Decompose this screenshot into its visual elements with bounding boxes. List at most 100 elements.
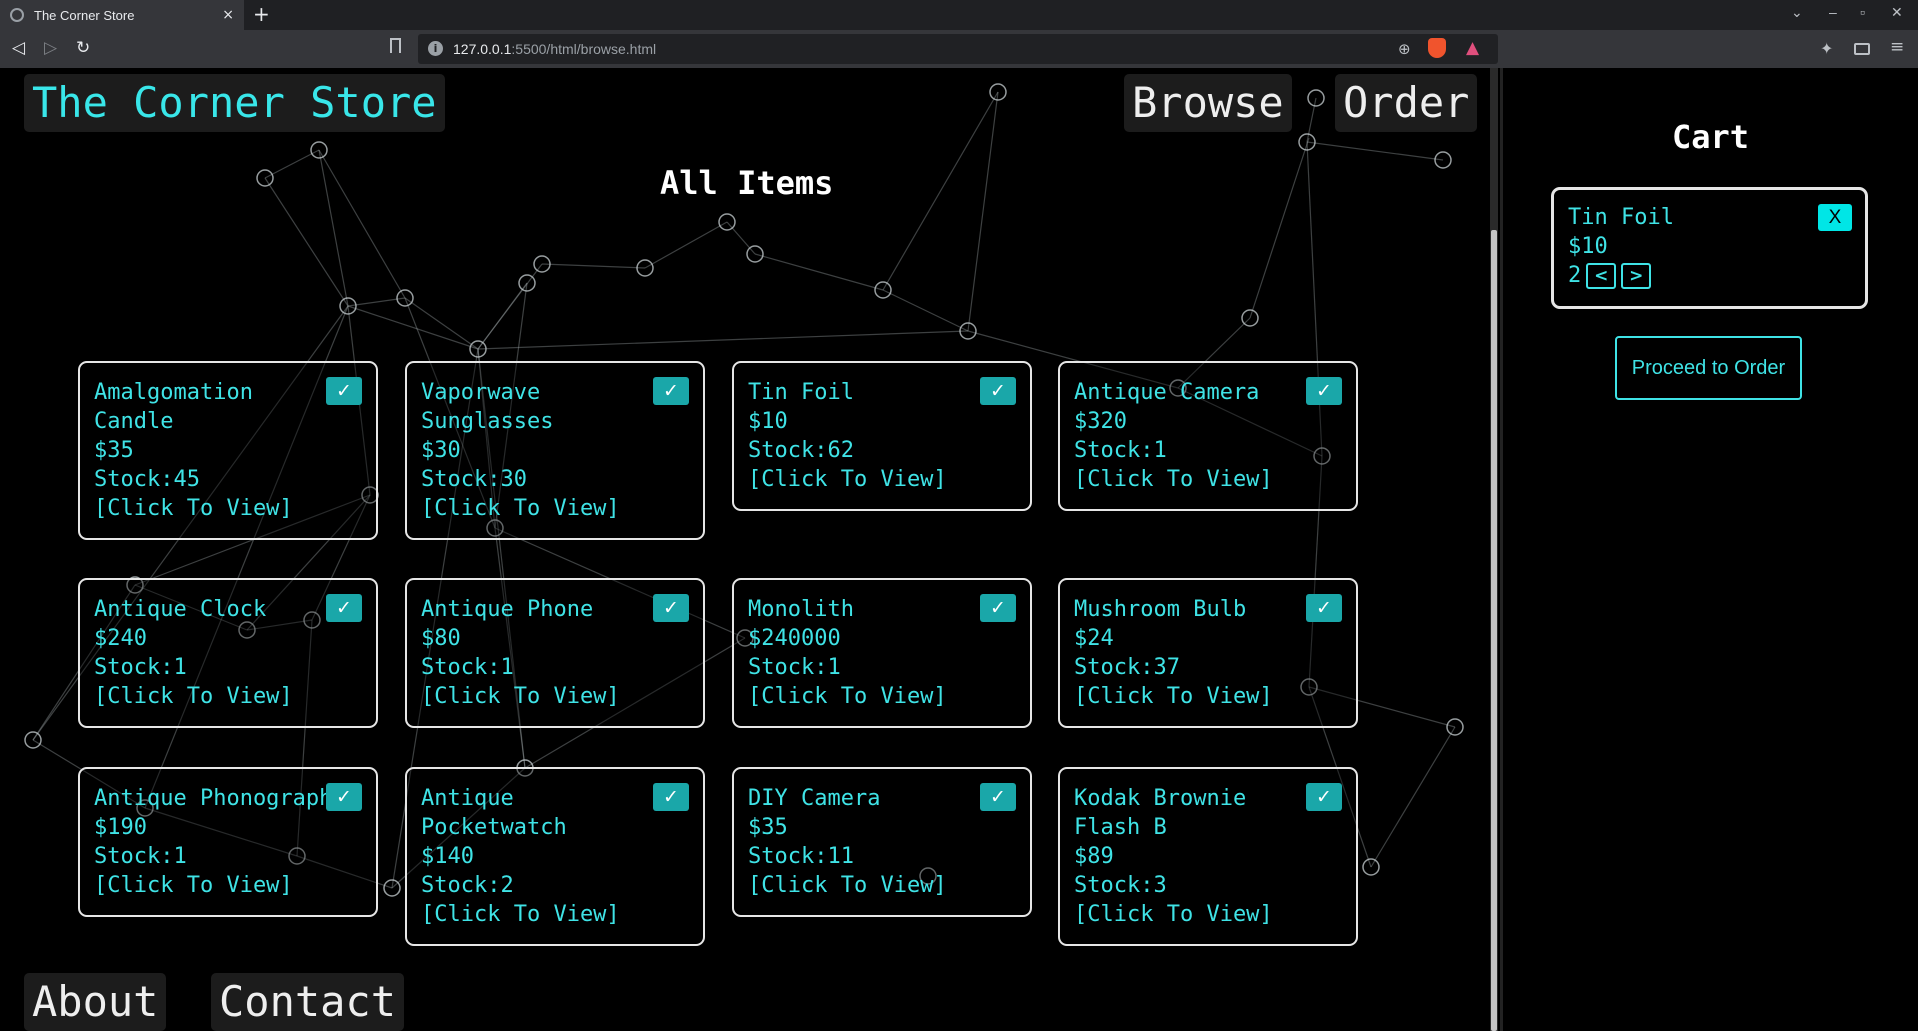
item-view-link[interactable]: [Click To View] [1074, 465, 1342, 494]
item-view-link[interactable]: [Click To View] [94, 682, 362, 711]
checkmark-icon[interactable]: ✓ [1306, 594, 1342, 622]
item-stock: Stock:3 [1074, 873, 1167, 898]
checkmark-icon[interactable]: ✓ [326, 783, 362, 811]
new-tab-button[interactable]: + [253, 2, 270, 26]
item-card[interactable]: Antique Phone $80 Stock:1 [Click To View… [405, 578, 705, 728]
scrollbar-thumb[interactable] [1491, 230, 1497, 1031]
checkmark-icon[interactable]: ✓ [326, 594, 362, 622]
item-card[interactable]: Vaporwave Sunglasses $30 Stock:30 [Click… [405, 361, 705, 540]
restore-button[interactable]: ▫ [1860, 4, 1865, 20]
item-card[interactable]: Amalgomation Candle $35 Stock:45 [Click … [78, 361, 378, 540]
item-view-link[interactable]: [Click To View] [748, 682, 1016, 711]
item-card[interactable]: Antique Camera $320 Stock:1 [Click To Vi… [1058, 361, 1358, 511]
cart-item-name: Tin Foil [1568, 205, 1674, 230]
checkmark-icon[interactable]: ✓ [980, 594, 1016, 622]
url-text: 127.0.0.1:5500/html/browse.html [453, 41, 657, 57]
item-name: Antique Pocketwatch [421, 786, 567, 840]
item-view-link[interactable]: [Click To View] [1074, 900, 1342, 929]
item-name: Tin Foil [748, 380, 854, 405]
item-name: Vaporwave Sunglasses [421, 380, 554, 434]
item-card[interactable]: Mushroom Bulb $24 Stock:37 [Click To Vie… [1058, 578, 1358, 728]
item-card[interactable]: Antique Phonograph $190 Stock:1 [Click T… [78, 767, 378, 917]
item-name: Kodak Brownie Flash B [1074, 786, 1247, 840]
store-logo[interactable]: The Corner Store [24, 74, 445, 133]
item-card[interactable]: DIY Camera $35 Stock:11 [Click To View] … [732, 767, 1032, 917]
increase-quantity-button[interactable]: > [1621, 262, 1652, 289]
item-card[interactable]: Antique Pocketwatch $140 Stock:2 [Click … [405, 767, 705, 946]
tab-title: The Corner Store [34, 7, 135, 23]
item-stock: Stock:1 [94, 844, 187, 869]
item-stock: Stock:2 [421, 873, 514, 898]
reload-icon[interactable]: ↻ [76, 38, 90, 58]
checkmark-icon[interactable]: ✓ [980, 783, 1016, 811]
item-view-link[interactable]: [Click To View] [421, 494, 689, 523]
browser-tab[interactable]: The Corner Store × [0, 0, 244, 30]
checkmark-icon[interactable]: ✓ [980, 377, 1016, 405]
item-name: DIY Camera [748, 786, 881, 811]
footer-contact-link[interactable]: Contact [211, 973, 405, 1031]
cart-item-quantity: 2 [1568, 263, 1582, 288]
cart-item: Tin Foil $10 2 < > X [1551, 187, 1868, 309]
item-stock: Stock:1 [1074, 438, 1167, 463]
item-view-link[interactable]: [Click To View] [748, 871, 1016, 900]
checkmark-icon[interactable]: ✓ [1306, 377, 1342, 405]
item-price: $24 [1074, 626, 1114, 651]
item-stock: Stock:1 [94, 655, 187, 680]
bookmark-icon[interactable] [390, 38, 401, 53]
footer-about-link[interactable]: About [24, 973, 167, 1031]
item-stock: Stock:30 [421, 467, 527, 492]
browse-page: The Corner Store Browse Order All Items … [0, 68, 1498, 1031]
tab-search-icon[interactable]: ⌄ [1791, 4, 1803, 21]
item-card[interactable]: Monolith $240000 Stock:1 [Click To View]… [732, 578, 1032, 728]
item-name: Antique Phonograph [94, 786, 333, 811]
extensions-icon[interactable]: ✦ [1820, 39, 1833, 58]
back-icon[interactable]: ◁ [12, 38, 25, 58]
checkmark-icon[interactable]: ✓ [326, 377, 362, 405]
proceed-to-order-button[interactable]: Proceed to Order [1615, 336, 1802, 400]
brave-shield-icon[interactable] [1428, 38, 1446, 58]
page-scrollbar[interactable] [1490, 68, 1498, 1031]
checkmark-icon[interactable]: ✓ [653, 377, 689, 405]
checkmark-icon[interactable]: ✓ [1306, 783, 1342, 811]
item-name: Amalgomation Candle [94, 380, 253, 434]
zoom-icon[interactable]: ⊕ [1398, 40, 1411, 58]
item-price: $30 [421, 438, 461, 463]
item-card[interactable]: Tin Foil $10 Stock:62 [Click To View] ✓ [732, 361, 1032, 511]
remove-item-button[interactable]: X [1818, 204, 1852, 231]
item-view-link[interactable]: [Click To View] [421, 682, 689, 711]
close-window-button[interactable]: ✕ [1891, 4, 1903, 21]
browser-toolbar: ◁ ▷ ↻ i 127.0.0.1:5500/html/browse.html … [0, 30, 1918, 68]
item-view-link[interactable]: [Click To View] [1074, 682, 1342, 711]
brave-rewards-icon[interactable]: ▲ [1466, 38, 1479, 58]
item-name: Mushroom Bulb [1074, 597, 1247, 622]
item-price: $89 [1074, 844, 1114, 869]
nav-browse-link[interactable]: Browse [1124, 74, 1292, 133]
decrease-quantity-button[interactable]: < [1586, 262, 1617, 289]
item-price: $190 [94, 815, 147, 840]
item-stock: Stock:1 [748, 655, 841, 680]
tab-close-button[interactable]: × [222, 7, 234, 23]
item-price: $35 [748, 815, 788, 840]
item-view-link[interactable]: [Click To View] [748, 465, 1016, 494]
item-card[interactable]: Antique Clock $240 Stock:1 [Click To Vie… [78, 578, 378, 728]
wallet-icon[interactable] [1854, 43, 1870, 55]
item-price: $240 [94, 626, 147, 651]
nav-order-link[interactable]: Order [1335, 74, 1478, 133]
cart-item-price: $10 [1568, 234, 1608, 259]
menu-icon[interactable]: ≡ [1890, 37, 1904, 57]
item-view-link[interactable]: [Click To View] [421, 900, 689, 929]
checkmark-icon[interactable]: ✓ [653, 594, 689, 622]
item-view-link[interactable]: [Click To View] [94, 494, 362, 523]
item-price: $35 [94, 438, 134, 463]
address-bar[interactable]: i 127.0.0.1:5500/html/browse.html ⊕ ▲ [418, 34, 1498, 64]
site-info-icon[interactable]: i [428, 41, 443, 56]
checkmark-icon[interactable]: ✓ [653, 783, 689, 811]
item-view-link[interactable]: [Click To View] [94, 871, 362, 900]
item-price: $10 [748, 409, 788, 434]
minimize-button[interactable]: – [1829, 4, 1837, 20]
item-name: Antique Camera [1074, 380, 1260, 405]
page-title: All Items [660, 164, 834, 202]
item-card[interactable]: Kodak Brownie Flash B $89 Stock:3 [Click… [1058, 767, 1358, 946]
forward-icon[interactable]: ▷ [44, 38, 57, 58]
item-price: $240000 [748, 626, 841, 651]
